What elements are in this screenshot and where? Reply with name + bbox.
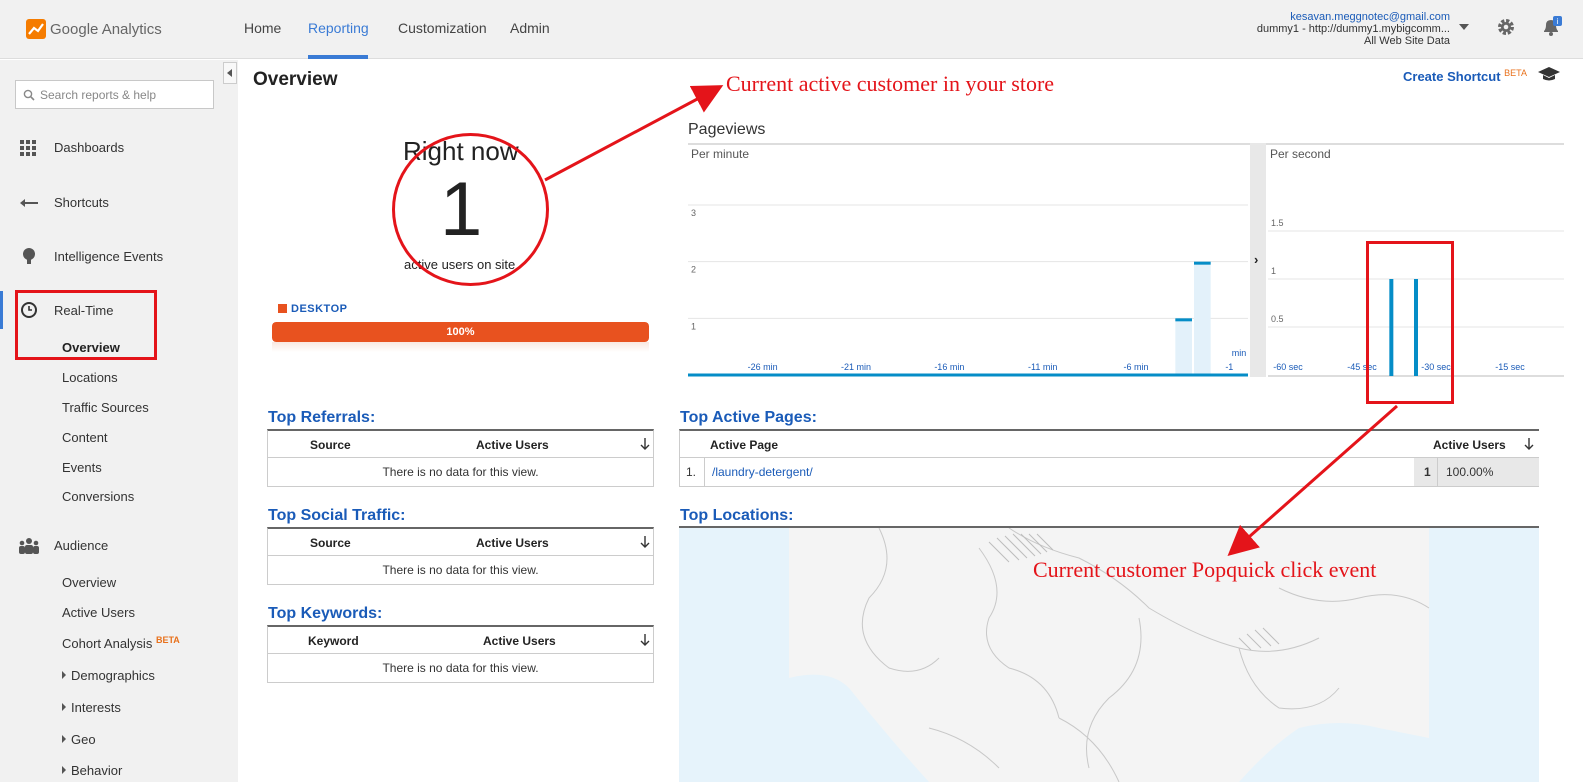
annotation-circle-active-users [392,133,549,286]
annotation-arrow-click-event [1227,404,1398,556]
annotation-note-click-event: Current customer Popquick click event [1033,557,1377,582]
annotation-note-active-customer: Current active customer in your store [726,71,1055,96]
annotation-box-realtime [15,290,157,360]
annotation-arrows [544,85,1398,556]
annotation-arrow-active-customer [544,85,724,182]
annotation-box-click-event [1366,241,1454,404]
